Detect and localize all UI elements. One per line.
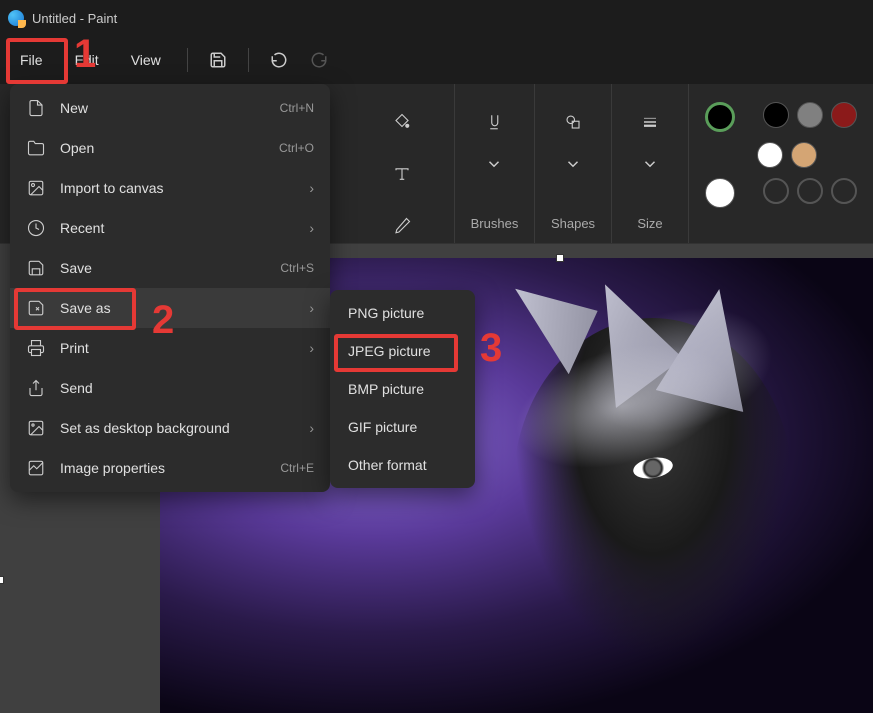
size-group: Size [612, 84, 689, 243]
menu-label: Import to canvas [60, 180, 295, 196]
save-icon [26, 258, 46, 278]
menu-label: New [60, 100, 266, 116]
shapes-tool-icon[interactable] [553, 102, 593, 142]
text-tool-icon[interactable] [382, 154, 422, 194]
chevron-right-icon: › [309, 220, 314, 236]
color-swatch-empty[interactable] [797, 178, 823, 204]
chevron-down-icon[interactable] [474, 154, 514, 174]
share-icon [26, 378, 46, 398]
folder-icon [26, 138, 46, 158]
menu-label: Print [60, 340, 295, 356]
window-title: Untitled - Paint [32, 11, 117, 26]
file-menu[interactable]: File [6, 46, 57, 74]
document-icon [26, 98, 46, 118]
paint-app-icon [8, 10, 24, 26]
redo-button[interactable] [301, 42, 337, 78]
chevron-right-icon: › [309, 340, 314, 356]
menu-label: Open [60, 140, 265, 156]
shapes-group: Shapes [535, 84, 612, 243]
titlebar: Untitled - Paint [0, 0, 873, 36]
save-as-other-item[interactable]: Other format [330, 446, 475, 484]
color-swatch-tan[interactable] [791, 142, 817, 168]
fill-tool-icon[interactable] [382, 102, 422, 142]
menu-divider [248, 48, 249, 72]
save-as-submenu: PNG picture JPEG picture BMP picture GIF… [330, 290, 475, 488]
menu-shortcut: Ctrl+E [280, 461, 314, 475]
file-save-item[interactable]: Save Ctrl+S [10, 248, 330, 288]
save-icon-button[interactable] [200, 42, 236, 78]
file-dropdown-menu: New Ctrl+N Open Ctrl+O Import to canvas … [10, 84, 330, 492]
chevron-down-icon[interactable] [553, 154, 593, 174]
chevron-right-icon: › [309, 180, 314, 196]
color-swatch-empty[interactable] [831, 178, 857, 204]
color-swatch-red[interactable] [831, 102, 857, 128]
menu-shortcut: Ctrl+O [279, 141, 314, 155]
file-send-item[interactable]: Send [10, 368, 330, 408]
save-as-gif-item[interactable]: GIF picture [330, 408, 475, 446]
menu-label: Save as [60, 300, 295, 316]
color-swatch-empty[interactable] [763, 178, 789, 204]
size-label: Size [637, 216, 662, 231]
file-import-item[interactable]: Import to canvas › [10, 168, 330, 208]
color-swatch-black[interactable] [763, 102, 789, 128]
brush-tool-icon[interactable] [474, 102, 514, 142]
shapes-label: Shapes [551, 216, 595, 231]
menu-shortcut: Ctrl+N [280, 101, 314, 115]
file-save-as-item[interactable]: Save as › [10, 288, 330, 328]
chevron-right-icon: › [309, 420, 314, 436]
colors-group [689, 84, 873, 243]
menu-label: Send [60, 380, 314, 396]
menu-label: Recent [60, 220, 295, 236]
chevron-right-icon: › [309, 300, 314, 316]
chevron-down-icon[interactable] [630, 154, 670, 174]
file-print-item[interactable]: Print › [10, 328, 330, 368]
brushes-group: Brushes [455, 84, 535, 243]
file-new-item[interactable]: New Ctrl+N [10, 88, 330, 128]
import-icon [26, 178, 46, 198]
save-as-icon [26, 298, 46, 318]
resize-handle[interactable] [556, 254, 564, 262]
size-tool-icon[interactable] [630, 102, 670, 142]
color-swatch-selected[interactable] [705, 102, 735, 132]
color-swatch-white2[interactable] [705, 178, 735, 208]
save-as-jpeg-item[interactable]: JPEG picture [330, 332, 475, 370]
menu-label: Save [60, 260, 266, 276]
print-icon [26, 338, 46, 358]
file-set-bg-item[interactable]: Set as desktop background › [10, 408, 330, 448]
desktop-icon [26, 418, 46, 438]
view-menu[interactable]: View [117, 46, 175, 74]
file-recent-item[interactable]: Recent › [10, 208, 330, 248]
properties-icon [26, 458, 46, 478]
tools-group: Tools [350, 84, 455, 243]
clock-icon [26, 218, 46, 238]
save-as-png-item[interactable]: PNG picture [330, 294, 475, 332]
file-open-item[interactable]: Open Ctrl+O [10, 128, 330, 168]
menu-shortcut: Ctrl+S [280, 261, 314, 275]
file-properties-item[interactable]: Image properties Ctrl+E [10, 448, 330, 488]
menu-divider [187, 48, 188, 72]
menu-label: Image properties [60, 460, 266, 476]
save-as-bmp-item[interactable]: BMP picture [330, 370, 475, 408]
edit-menu[interactable]: Edit [61, 46, 113, 74]
color-swatch-gray[interactable] [797, 102, 823, 128]
brushes-label: Brushes [471, 216, 519, 231]
menu-label: Set as desktop background [60, 420, 295, 436]
resize-handle[interactable] [0, 576, 4, 584]
undo-button[interactable] [261, 42, 297, 78]
menubar: File Edit View [0, 36, 873, 84]
color-swatch-white[interactable] [757, 142, 783, 168]
color-picker-tool-icon[interactable] [382, 206, 422, 246]
